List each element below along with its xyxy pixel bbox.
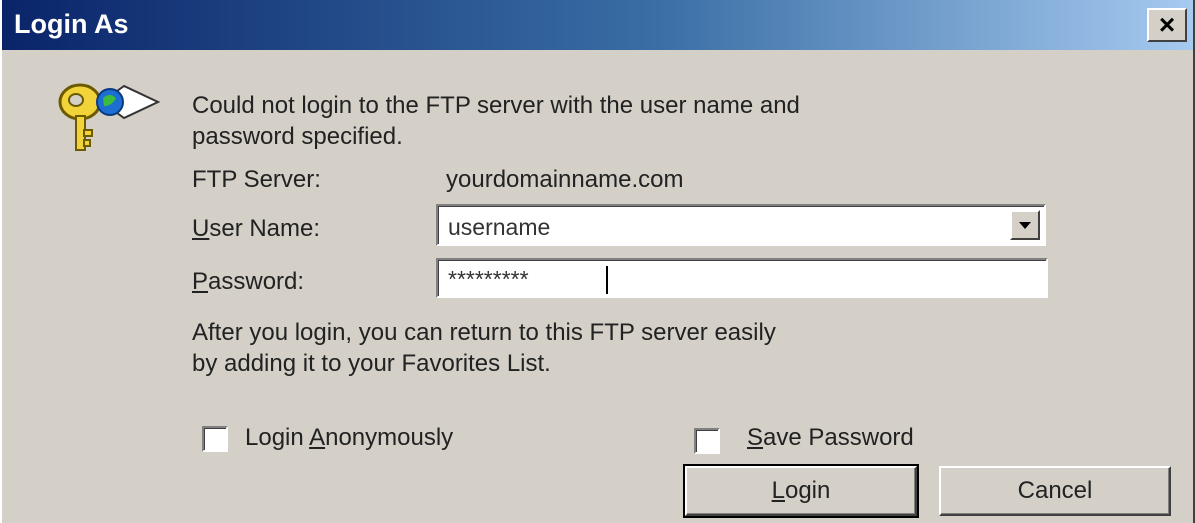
key-icon [58,83,161,151]
password-field-value: ********* [448,266,529,292]
username-combobox[interactable]: username [436,204,1046,246]
password-label-rest: assword: [208,268,305,295]
password-field[interactable]: ********* [436,258,1048,298]
close-icon: × [1158,9,1176,40]
save-password-accesskey: S [747,424,764,451]
ftp-server-value: yourdomainname.com [446,166,684,193]
save-password-label[interactable]: Save Password [747,424,914,452]
username-label-accesskey: U [192,215,210,242]
error-message-line1: Could not login to the FTP server with t… [192,92,800,119]
ftp-server-label: FTP Server: [192,166,321,193]
username-field-value: username [448,214,551,240]
cancel-button[interactable]: Cancel [939,466,1171,516]
password-label: Password: [192,268,304,296]
text-caret [606,266,608,294]
login-dialog: Login As × Could not login to the FTP se… [0,0,1195,523]
username-dropdown-button[interactable] [1010,210,1040,240]
login-anonymously-label-rest: nonymously [325,424,454,451]
close-button[interactable]: × [1147,8,1187,42]
login-button[interactable]: Login [683,464,919,518]
info-message: After you login, you can return to this … [192,317,776,379]
save-password-checkbox[interactable] [694,428,720,454]
login-anonymously-checkbox[interactable] [202,426,228,452]
password-label-accesskey: P [192,268,209,295]
login-anonymously-accesskey: A [309,424,326,451]
login-button-label-rest: ogin [784,477,831,504]
error-message-line2: password specified. [192,123,403,150]
info-message-line1: After you login, you can return to this … [192,319,776,346]
title-bar: Login As × [2,0,1193,50]
cancel-button-label: Cancel [1017,477,1093,504]
login-button-accesskey: L [771,477,785,504]
window-title: Login As [14,9,129,39]
username-label-rest: ser Name: [209,215,321,242]
login-anonymously-label-pre: Login [245,424,310,451]
login-anonymously-label[interactable]: Login Anonymously [245,424,453,452]
chevron-down-icon [1019,222,1031,229]
save-password-label-rest: ave Password [763,424,914,451]
info-message-line2: by adding it to your Favorites List. [192,350,551,377]
username-label: User Name: [192,215,320,243]
error-message: Could not login to the FTP server with t… [192,90,800,152]
